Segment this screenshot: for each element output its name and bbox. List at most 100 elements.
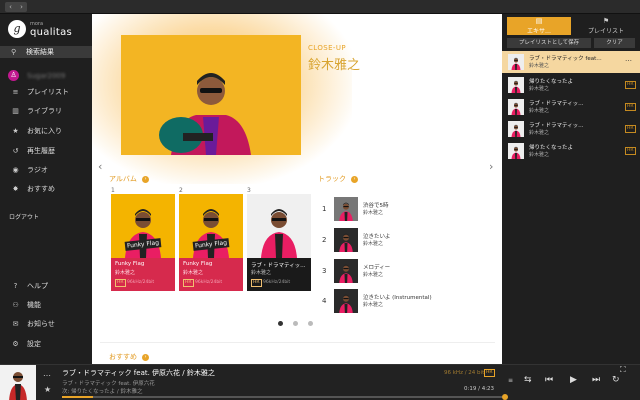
carousel-next-icon[interactable]: › [489, 160, 493, 173]
track-title: メロディー [363, 264, 391, 271]
track-row[interactable]: 1 渋谷で5時 鈴木雅之 [322, 196, 389, 222]
queue-item[interactable]: 帰りたくなったよ 鈴木雅之 HR [502, 140, 640, 162]
title-bar: ‹ › [0, 0, 640, 14]
more-options-icon[interactable]: … [43, 369, 51, 378]
notice-icon: ✉ [12, 320, 19, 328]
album-card[interactable]: 1 Funky Flag Funky Flag 鈴木雅之 HR 96kHz/24bit [111, 187, 175, 291]
queue-artist: 鈴木雅之 [529, 130, 550, 136]
logout-link[interactable]: ログアウト [9, 212, 39, 221]
tab-queue-label: エキサ… [526, 28, 551, 35]
sidebar-item-library[interactable]: ▥ ライブラリ [11, 106, 62, 116]
album-card[interactable]: 2 Funky Flag Funky Flag 鈴木雅之 HR 96kHz/24bit [179, 187, 243, 291]
album-card-body: Funky Flag Funky Flag 鈴木雅之 HR 96kHz/24bit [111, 194, 175, 291]
sidebar-item-history[interactable]: ↺ 再生履歴 [11, 146, 55, 156]
page-dot[interactable] [278, 321, 283, 326]
carousel-pagination [278, 321, 323, 326]
search-icon: ⚲ [11, 48, 17, 56]
album-rank: 2 [179, 187, 183, 194]
hr-badge: HR [625, 103, 636, 111]
search-results-label: 検索結果 [26, 48, 54, 56]
seek-bar[interactable] [62, 396, 502, 398]
sidebar-item-settings[interactable]: ⚙ 設定 [11, 339, 41, 349]
history-icon: ↺ [12, 147, 19, 155]
sidebar-item-playlist[interactable]: ≡ プレイリスト [11, 87, 69, 97]
artist-photo-icon [121, 35, 301, 155]
sidebar-item-star[interactable]: ★ お気に入り [11, 126, 62, 136]
album-card[interactable]: 3 ラブ・ドラマティッ… 鈴木雅之 HR 96kHz/24bit [247, 187, 311, 291]
albums-header[interactable]: アルバム › [109, 174, 149, 184]
hr-badge: HR [625, 125, 636, 133]
tab-playlist[interactable]: ⚑ プレイリスト [574, 17, 638, 35]
track-row[interactable]: 2 泣きたいよ 鈴木雅之 [322, 227, 390, 253]
tracks-more-icon[interactable]: › [351, 175, 358, 183]
now-playing-album: ラブ・ドラマティック feat. 伊原六花 [62, 381, 155, 387]
save-as-playlist-button[interactable]: プレイリストとして保存 [507, 38, 591, 48]
track-number: 4 [322, 297, 327, 305]
search-results-item[interactable]: ⚲ 検索結果 [0, 46, 92, 58]
logo-title: qualitas [30, 26, 73, 38]
favorite-star-icon[interactable]: ★ [44, 385, 51, 394]
volume-icon[interactable]: ≡ [508, 377, 513, 384]
sidebar-item-label: 設定 [27, 340, 41, 348]
hero-artist-image[interactable] [121, 35, 301, 155]
sidebar-item-label: ヘルプ [27, 282, 48, 290]
queue-thumbnail-icon [508, 54, 524, 70]
user-account[interactable]: ♙ Sugar2009 [8, 70, 65, 81]
recommend-more-icon[interactable]: › [142, 353, 149, 361]
sidebar-item-label: 機能 [27, 301, 41, 309]
hr-badge: HR [625, 147, 636, 155]
sidebar-item-label: プレイリスト [27, 88, 69, 96]
sidebar-item-recommend[interactable]: ✸ おすすめ [11, 184, 55, 194]
hero-artist-name[interactable]: 鈴木雅之 [308, 54, 360, 73]
recommend-header[interactable]: おすすめ › [109, 352, 149, 362]
track-number: 3 [322, 267, 327, 275]
queue-item[interactable]: ラブ・ドラマティック feat… 鈴木雅之… [502, 51, 640, 73]
repeat-icon[interactable]: ↻ [612, 375, 620, 385]
volume-knob[interactable] [502, 394, 508, 400]
previous-track-icon[interactable]: ⏮ [545, 375, 553, 385]
star-icon: ★ [12, 127, 19, 135]
album-card-body: Funky Flag Funky Flag 鈴木雅之 HR 96kHz/24bit [179, 194, 243, 291]
next-track-icon[interactable]: ⏭ [592, 375, 600, 385]
sidebar-item-notice[interactable]: ✉ お知らせ [11, 319, 55, 329]
player-bar: … ★ ラブ・ドラマティック feat. 伊原六花 / 鈴木雅之 ラブ・ドラマテ… [0, 364, 640, 400]
albums-more-icon[interactable]: › [141, 175, 149, 183]
playlist-flag-icon: ⚑ [602, 17, 610, 25]
sidebar-item-feature[interactable]: ⚇ 機能 [11, 300, 41, 310]
album-cover-icon: Funky Flag [111, 194, 175, 258]
shuffle-icon[interactable]: ⇆ [524, 375, 532, 385]
track-info: 泣きたいよ (Instrumental) 鈴木雅之 [363, 294, 432, 309]
queue-panel: ▤ エキサ… ⚑ プレイリスト プレイリストとして保存 クリア ラブ・ドラマティ… [502, 14, 640, 364]
track-thumbnail-icon [334, 289, 358, 313]
carousel-prev-icon[interactable]: ‹ [98, 160, 102, 173]
app-logo[interactable]: g mora qualitas [8, 20, 72, 38]
album-title: Funky Flag [115, 261, 145, 267]
library-icon: ▥ [12, 107, 19, 115]
sidebar-item-label: おすすめ [27, 185, 55, 193]
forward-button[interactable]: › [16, 2, 27, 12]
playlist-icon: ≡ [12, 88, 19, 96]
sidebar-item-help[interactable]: ? ヘルプ [11, 281, 48, 291]
queue-thumbnail-icon [508, 77, 524, 93]
queue-thumbnail-icon [508, 99, 524, 115]
page-dot[interactable] [293, 321, 298, 326]
queue-artist: 鈴木雅之 [529, 108, 550, 114]
fullscreen-icon[interactable]: ⛶ [620, 365, 626, 375]
queue-item[interactable]: ラブ・ドラマティッ… 鈴木雅之 HR [502, 118, 640, 140]
track-thumbnail-icon [334, 259, 358, 283]
play-icon[interactable]: ▶ [570, 375, 577, 385]
page-dot[interactable] [308, 321, 313, 326]
tracks-header[interactable]: トラック › [318, 174, 358, 184]
track-row[interactable]: 4 泣きたいよ (Instrumental) 鈴木雅之 [322, 288, 432, 314]
queue-item[interactable]: ラブ・ドラマティッ… 鈴木雅之 HR [502, 96, 640, 118]
clear-queue-button[interactable]: クリア [594, 38, 635, 48]
queue-item[interactable]: 帰りたくなったよ 鈴木雅之 HR [502, 74, 640, 96]
more-options-icon[interactable]: … [625, 55, 632, 63]
album-title: ラブ・ドラマティッ… [251, 263, 306, 269]
tab-queue[interactable]: ▤ エキサ… [507, 17, 571, 35]
album-title: Funky Flag [183, 261, 213, 267]
now-playing-artwork[interactable] [0, 365, 36, 400]
sidebar-item-radio[interactable]: ◉ ラジオ [11, 165, 47, 175]
track-row[interactable]: 3 メロディー 鈴木雅之 [322, 258, 390, 284]
back-button[interactable]: ‹ [5, 2, 16, 12]
